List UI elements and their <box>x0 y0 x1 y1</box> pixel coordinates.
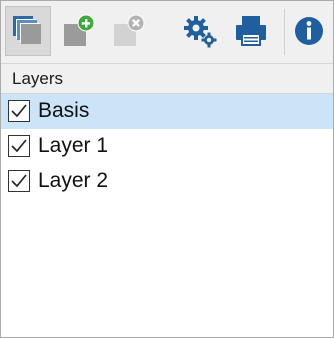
remove-layer-button[interactable] <box>105 6 151 56</box>
layer-label: Layer 2 <box>38 169 109 192</box>
add-layer-button[interactable] <box>55 6 101 56</box>
layer-label: Layer 1 <box>38 134 109 157</box>
layers-panel: Layers Basis Layer 1 Layer 2 <box>0 0 334 338</box>
layer-label: Basis <box>38 99 90 122</box>
info-icon <box>295 17 323 45</box>
layers-view-button[interactable] <box>5 6 51 56</box>
layer-row-layer-2[interactable]: Layer 2 <box>1 164 333 199</box>
checkmark-icon <box>11 139 27 153</box>
settings-button[interactable] <box>177 6 223 56</box>
checkmark-icon <box>11 104 27 118</box>
add-layer-icon <box>64 14 95 46</box>
info-button[interactable] <box>286 6 332 56</box>
layer-visibility-checkbox[interactable] <box>8 100 30 122</box>
layers-header-label: Layers <box>12 69 64 88</box>
layer-visibility-checkbox[interactable] <box>8 170 30 192</box>
printer-icon <box>236 16 266 46</box>
checkmark-icon <box>11 174 27 188</box>
layer-visibility-checkbox[interactable] <box>8 135 30 157</box>
layer-row-basis[interactable]: Basis <box>1 94 333 129</box>
layer-row-layer-1[interactable]: Layer 1 <box>1 129 333 164</box>
layers-list: Basis Layer 1 Layer 2 <box>1 94 333 199</box>
remove-layer-icon <box>114 14 145 46</box>
print-button[interactable] <box>228 6 274 56</box>
settings-gears-icon <box>184 16 217 48</box>
toolbar-separator <box>284 9 285 55</box>
layers-list-header: Layers <box>1 63 333 94</box>
layers-view-icon <box>13 16 41 44</box>
toolbar <box>1 1 333 63</box>
